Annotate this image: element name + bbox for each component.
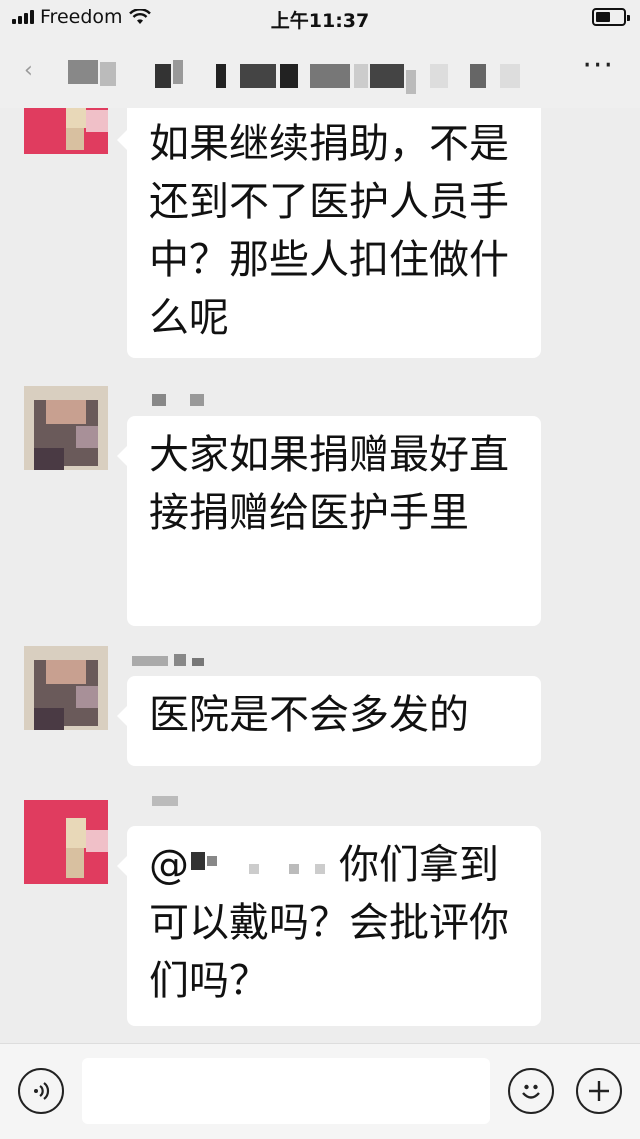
voice-button[interactable]	[18, 1068, 64, 1114]
plus-icon	[589, 1081, 609, 1101]
status-time: 上午11:37	[270, 10, 370, 32]
avatar[interactable]	[24, 108, 108, 154]
status-bar: Freedom 上午11:37	[0, 0, 640, 36]
input-bar	[0, 1043, 640, 1139]
message-input[interactable]	[82, 1058, 490, 1124]
back-icon[interactable]: ‹	[24, 58, 33, 83]
sender-name-pixelated	[152, 394, 208, 408]
sender-name-pixelated	[132, 654, 212, 668]
mention-name-pixelated	[189, 844, 339, 884]
avatar[interactable]	[24, 386, 108, 470]
chat-area: 如果继续捐助，不是还到不了医护人员手中？那些人扣住做什么呢 大家如果捐赠最好直接…	[0, 108, 640, 1043]
avatar[interactable]	[24, 646, 108, 730]
voice-icon	[34, 1082, 50, 1100]
sender-name-pixelated	[152, 794, 192, 808]
plus-button[interactable]	[576, 1068, 622, 1114]
message-bubble[interactable]: @ 你们拿到可以戴吗？会批评你们吗？	[117, 826, 541, 1026]
message-text: 医院是不会多发的	[149, 692, 469, 738]
more-button[interactable]: ···	[582, 48, 614, 83]
chat-title-pixelated	[60, 56, 530, 94]
mention-prefix: @	[149, 842, 189, 888]
emoji-button[interactable]	[508, 1068, 554, 1114]
message-bubble[interactable]: 大家如果捐赠最好直接捐赠给医护手里	[117, 416, 541, 626]
message-bubble[interactable]: 医院是不会多发的	[117, 676, 541, 766]
emoji-icon	[522, 1084, 540, 1099]
battery-icon	[592, 8, 630, 26]
avatar[interactable]	[24, 800, 108, 884]
message-bubble[interactable]: 如果继续捐助，不是还到不了医护人员手中？那些人扣住做什么呢	[117, 108, 541, 358]
message-text: 大家如果捐赠最好直接捐赠给医护手里	[149, 432, 509, 536]
message-text: 如果继续捐助，不是还到不了医护人员手中？那些人扣住做什么呢	[149, 121, 509, 341]
chat-header: ‹ ···	[0, 36, 640, 108]
